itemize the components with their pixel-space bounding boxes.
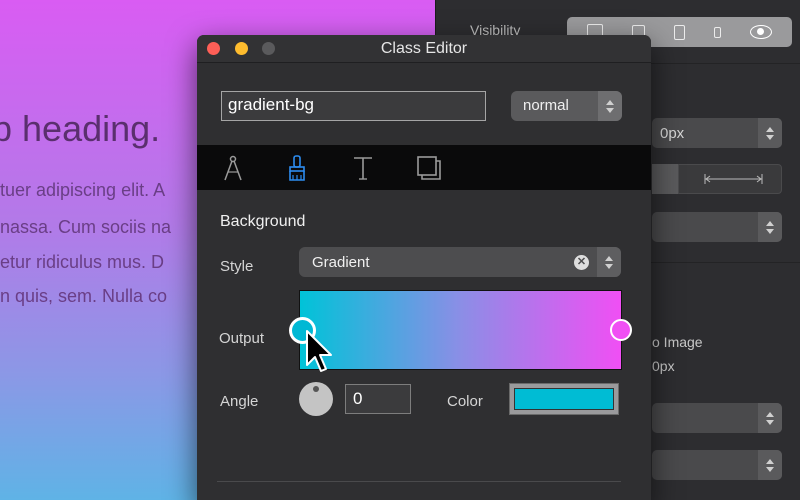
class-editor-window: Class Editor gradient-bg normal Backgrou… [197,35,651,500]
size-field[interactable]: 0px [652,118,782,148]
style-select[interactable]: Gradient ✕ [299,247,621,277]
width-range-control[interactable] [678,164,782,194]
paintbrush-icon[interactable] [283,154,311,182]
angle-input[interactable]: 0 [345,384,411,414]
title-bar[interactable]: Class Editor [197,35,651,63]
angle-dial[interactable] [299,382,333,416]
background-section-title: Background [220,213,306,230]
eye-icon[interactable] [749,25,772,39]
color-well[interactable] [509,383,619,415]
state-select[interactable]: normal [511,91,622,121]
gradient-preview[interactable] [299,290,622,370]
angle-dial-indicator [313,386,319,392]
state-select-value: normal [523,97,569,114]
layers-icon[interactable] [415,154,443,182]
compass-icon[interactable] [219,154,247,182]
image-label: o Image [652,334,703,350]
style-select-value: Gradient [312,254,370,271]
canvas-heading: b heading. [0,108,161,149]
select-stepper[interactable] [758,403,782,433]
select-stepper[interactable] [758,450,782,480]
size-stepper[interactable] [758,118,782,148]
canvas-paragraph-line: nassa. Cum sociis na [0,217,172,237]
gradient-stop-end[interactable] [610,319,632,341]
tablet-portrait-icon[interactable] [673,24,685,40]
window-title: Class Editor [380,40,468,57]
color-swatch [514,388,614,410]
size-field-value: 0px [660,124,685,142]
angle-label: Angle [220,393,259,410]
select-stepper[interactable] [758,212,782,242]
canvas-paragraph-line: etur ridiculus mus. D [0,252,165,272]
class-name-input[interactable]: gradient-bg [221,91,486,121]
image-size-value: 0px [652,358,675,374]
inspector-select-lower[interactable] [652,403,782,433]
color-label: Color [447,393,483,410]
canvas-paragraph-line: tuer adipiscing elit. A [0,180,166,200]
horizontal-arrows-icon [704,174,763,184]
text-icon[interactable] [349,154,377,182]
clear-icon[interactable]: ✕ [574,255,589,270]
output-label: Output [219,330,265,347]
mouse-pointer-icon [306,330,332,372]
inspector-select[interactable] [652,212,782,242]
position-bar[interactable] [652,164,678,194]
inspector-select-bottom[interactable] [652,450,782,480]
style-label: Style [220,258,254,275]
style-stepper[interactable] [597,247,621,277]
divider [217,481,621,482]
phone-icon[interactable] [713,26,721,38]
editor-tab-bar [197,145,651,190]
state-stepper[interactable] [598,91,622,121]
canvas-paragraph-line: n quis, sem. Nulla co [0,286,168,306]
